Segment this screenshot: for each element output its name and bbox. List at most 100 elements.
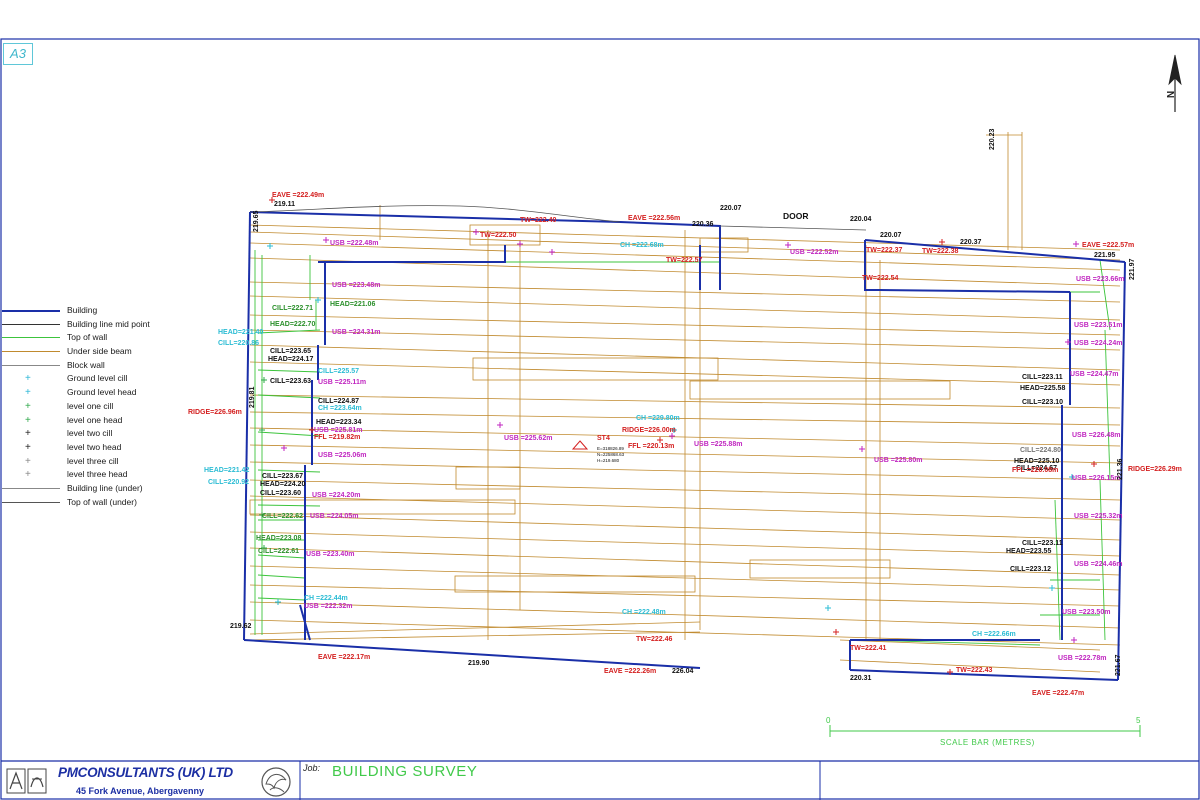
top-of-wall <box>257 574 306 579</box>
job-title: BUILDING SURVEY <box>332 763 478 780</box>
plan-label-ch-22248: CH =222.48m <box>622 609 666 616</box>
plan-label-lvl-22031: 220.31 <box>850 675 872 682</box>
plan-label-usb-22580: USB =225.80m <box>874 457 922 464</box>
plan-label-lvl-22604: 226.04 <box>672 668 694 675</box>
plan-label-eave-tr: EAVE =222.57m <box>1082 242 1134 249</box>
legend-cross-mark-icon: + <box>25 400 31 412</box>
legend-label: level one head <box>67 414 123 425</box>
plan-label-usb-22431: USB =224.31m <box>332 329 380 336</box>
company-name: PMCONSULTANTS (UK) LTD <box>58 765 233 780</box>
plan-label-cill-22312: CILL=223.12 <box>1010 566 1051 573</box>
plan-label-station-n: N=225868.63 <box>597 452 625 457</box>
building-line <box>249 211 621 223</box>
building-line <box>243 211 251 641</box>
beam-box <box>699 237 749 253</box>
top-of-wall <box>1099 479 1106 641</box>
beam-box <box>689 380 951 400</box>
plan-label-cill-22092: CILL=220.92 <box>208 479 249 486</box>
plan-label-usb-22350: USB =223.50m <box>1062 609 1110 616</box>
legend-line-swatch <box>2 364 60 366</box>
top-of-wall <box>257 431 321 437</box>
legend-label: Block wall <box>67 359 105 370</box>
plan-label-ch-22980: CH =229.80m <box>636 415 680 422</box>
legend-item: + level one head <box>0 414 175 428</box>
survey-points <box>259 197 1097 675</box>
plan-label-tw-22254: TW=222.54 <box>862 275 898 282</box>
legend-label: level two cill <box>67 428 113 439</box>
building-outline <box>243 205 1126 681</box>
plan-label-cill-22480: CILL=224.80 <box>1020 447 1061 454</box>
plan-label-usb-22252: USB =222.52m <box>790 249 838 256</box>
legend-label: Under side beam <box>67 346 132 357</box>
company-address: 45 Fork Avenue, Abergavenny <box>76 786 205 796</box>
plan-label-lvl-22037: 220.37 <box>960 239 982 246</box>
legend-cross-mark-icon: + <box>25 373 31 385</box>
building-line <box>318 245 506 263</box>
plan-label-head-22355: HEAD=223.55 <box>1006 548 1051 555</box>
plan-label-head-22420: HEAD=224.20 <box>260 481 305 488</box>
legend-item: Block wall <box>0 359 175 373</box>
legend-item: Building line mid point <box>0 318 175 332</box>
accreditation-logo-icon <box>6 768 47 794</box>
legend-item: + level three head <box>0 468 175 482</box>
plan-label-ch-22268: CH =222.68m <box>620 242 664 249</box>
legend-item: Under side beam <box>0 345 175 359</box>
plan-label-tw-22238: TW=222.38 <box>922 248 958 255</box>
legend-label: Ground level head <box>67 387 137 398</box>
legend-label: Ground level cill <box>67 373 128 384</box>
plan-label-usb-22420: USB =224.20m <box>312 492 360 499</box>
legend-item: Top of wall <box>0 331 175 345</box>
under-side-beam <box>249 631 701 641</box>
plan-label-ridge-22629: RIDGE=226.29m <box>1128 466 1182 473</box>
top-of-wall <box>1104 329 1111 481</box>
plan-label-lvl-22036: 220.36 <box>692 221 714 228</box>
legend-label: Top of wall <box>67 332 108 343</box>
plan-label-tw-22241: TW=222.41 <box>850 645 886 652</box>
plan-label-tw-22237: TW=222.37 <box>866 247 902 254</box>
north-arrow-icon <box>1168 54 1182 112</box>
plan-label-lvl-21965: 219.65 <box>253 210 260 232</box>
plan-label-tw-22243: TW=222.43 <box>956 667 992 674</box>
plan-label-usb-22366: USB =223.66m <box>1076 276 1124 283</box>
legend-label: level two head <box>67 441 122 452</box>
plan-label-ch-22266: CH =222.66m <box>972 631 1016 638</box>
plan-label-door: DOOR <box>783 211 809 221</box>
scale-bar-start: 0 <box>826 716 831 725</box>
plan-label-tw-22240: TW=222.40 <box>520 217 556 224</box>
job-label: Job: <box>303 763 321 773</box>
legend-item: + Ground level cill <box>0 372 175 386</box>
legend-label: level three head <box>67 469 128 480</box>
plan-label-cill-22365: CILL=223.65 <box>270 348 311 355</box>
plan-label-ffl-21982: FFL =219.82m <box>314 434 360 441</box>
legend-item: + level two head <box>0 441 175 455</box>
legend-cross-mark-icon: + <box>25 428 31 440</box>
under-side-beams <box>249 132 1121 673</box>
plan-label-eave-22226: EAVE =222.26m <box>604 668 656 675</box>
plan-label-lvl-22007b: 220.07 <box>880 232 902 239</box>
legend-item: Top of wall (under) <box>0 496 175 510</box>
legend-cross-mark-icon: + <box>25 387 31 399</box>
legend-label: Building line (under) <box>67 482 143 493</box>
plan-label-usb-22340: USB =223.40m <box>306 551 354 558</box>
plan-label-head-22106: HEAD=221.06 <box>330 301 375 308</box>
plan-label-tw-22246: TW=222.46 <box>636 636 672 643</box>
plan-label-cill-22363: CILL=223.63 <box>270 378 311 385</box>
title-block: PMCONSULTANTS (UK) LTD 45 Fork Avenue, A… <box>0 761 1200 800</box>
plan-label-eave-22247: EAVE =222.47m <box>1032 690 1084 697</box>
building-line-mid <box>719 225 867 231</box>
plan-label-head-22270: HEAD=222.70 <box>270 321 315 328</box>
legend-line-swatch <box>2 323 60 325</box>
legend-label: Building line mid point <box>67 318 150 329</box>
legend-label: level three cill <box>67 455 119 466</box>
plan-label-cill-22367: CILL=223.67 <box>262 473 303 480</box>
building-line <box>879 289 1071 293</box>
plan-label-ch-22364: CH =223.64m <box>318 405 362 412</box>
plan-label-head-22140: HEAD=221.40 <box>218 329 263 336</box>
plan-label-usb-22588: USB =225.88m <box>694 441 742 448</box>
plan-label-usb-22348: USB =223.48m <box>332 282 380 289</box>
top-of-wall <box>257 554 306 559</box>
legend-item: Building <box>0 304 175 318</box>
sheet-size-badge: A3 <box>3 43 33 65</box>
legend-label: Top of wall (under) <box>67 496 137 507</box>
plan-label-cill-22362: CILL=222.62 <box>262 513 303 520</box>
